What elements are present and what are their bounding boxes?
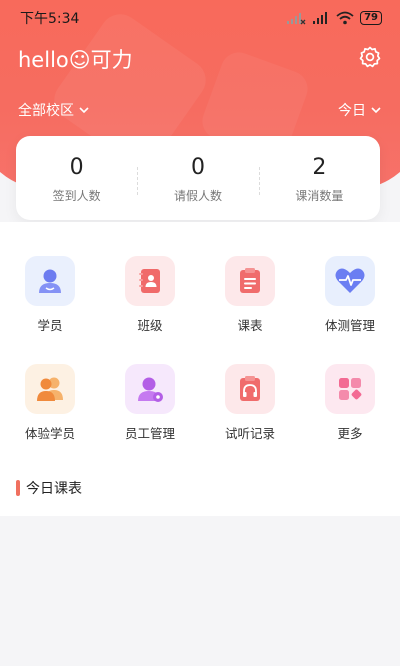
- campus-selector[interactable]: 全部校区: [18, 100, 90, 120]
- period-selector-label: 今日: [338, 103, 366, 119]
- trial-student-icon: [25, 364, 75, 414]
- stat-label: 签到人数: [52, 188, 101, 203]
- menu-item-label: 课表: [237, 318, 263, 333]
- campus-selector-label: 全部校区: [18, 103, 74, 119]
- menu-item-label: 员工管理: [124, 426, 175, 441]
- menu-item-fitness-test[interactable]: 体测管理: [300, 256, 400, 334]
- stat-value: 2: [312, 154, 327, 180]
- section-accent-bar: [16, 480, 20, 496]
- menu-item-label: 体验学员: [24, 426, 75, 441]
- stats-card: 0 签到人数 0 请假人数 2 课消数量: [16, 136, 380, 220]
- stat-value: 0: [190, 154, 205, 180]
- stat-value: 0: [69, 154, 84, 180]
- status-time: 下午5:34: [20, 11, 80, 27]
- stat-leave[interactable]: 0 请假人数: [137, 153, 258, 204]
- more-icon: [325, 364, 375, 414]
- settings-gear-icon[interactable]: [358, 45, 382, 69]
- stat-lessons-consumed[interactable]: 2 课消数量: [258, 153, 380, 204]
- today-schedule-section: 今日课表: [16, 478, 82, 498]
- menu-item-trial-students[interactable]: 体验学员: [0, 364, 100, 442]
- staff-icon: [125, 364, 175, 414]
- menu-item-label: 班级: [137, 318, 163, 333]
- chevron-down-icon: [79, 107, 89, 114]
- stat-checkin[interactable]: 0 签到人数: [16, 153, 137, 204]
- menu-item-label: 学员: [37, 318, 63, 333]
- menu-item-label: 试听记录: [224, 426, 275, 441]
- cellular-hd-signal-icon: [313, 12, 328, 24]
- student-icon: [25, 256, 75, 306]
- menu-item-classes[interactable]: 班级: [100, 256, 200, 334]
- stat-label: 课消数量: [295, 188, 344, 203]
- status-bar: 下午5:34 79: [0, 0, 400, 36]
- period-selector[interactable]: 今日: [338, 100, 382, 120]
- section-title: 今日课表: [26, 481, 82, 497]
- menu-item-trial-records[interactable]: 试听记录: [200, 364, 300, 442]
- menu-item-students[interactable]: 学员: [0, 256, 100, 334]
- chevron-down-icon: [371, 107, 381, 114]
- status-icons: 79: [286, 11, 382, 25]
- menu-item-staff[interactable]: 员工管理: [100, 364, 200, 442]
- class-icon: [125, 256, 175, 306]
- menu-item-more[interactable]: 更多: [300, 364, 400, 442]
- cellular-signal-icon: [287, 13, 306, 25]
- fitness-test-icon: [325, 256, 375, 306]
- menu-item-schedule[interactable]: 课表: [200, 256, 300, 334]
- schedule-icon: [225, 256, 275, 306]
- trial-record-icon: [225, 364, 275, 414]
- menu-item-label: 更多: [337, 426, 363, 441]
- battery-indicator: 79: [360, 11, 382, 25]
- greeting-text: hello☺可力: [18, 48, 133, 72]
- stat-label: 请假人数: [173, 188, 222, 203]
- wifi-icon: [336, 11, 354, 25]
- menu-item-label: 体测管理: [324, 318, 375, 333]
